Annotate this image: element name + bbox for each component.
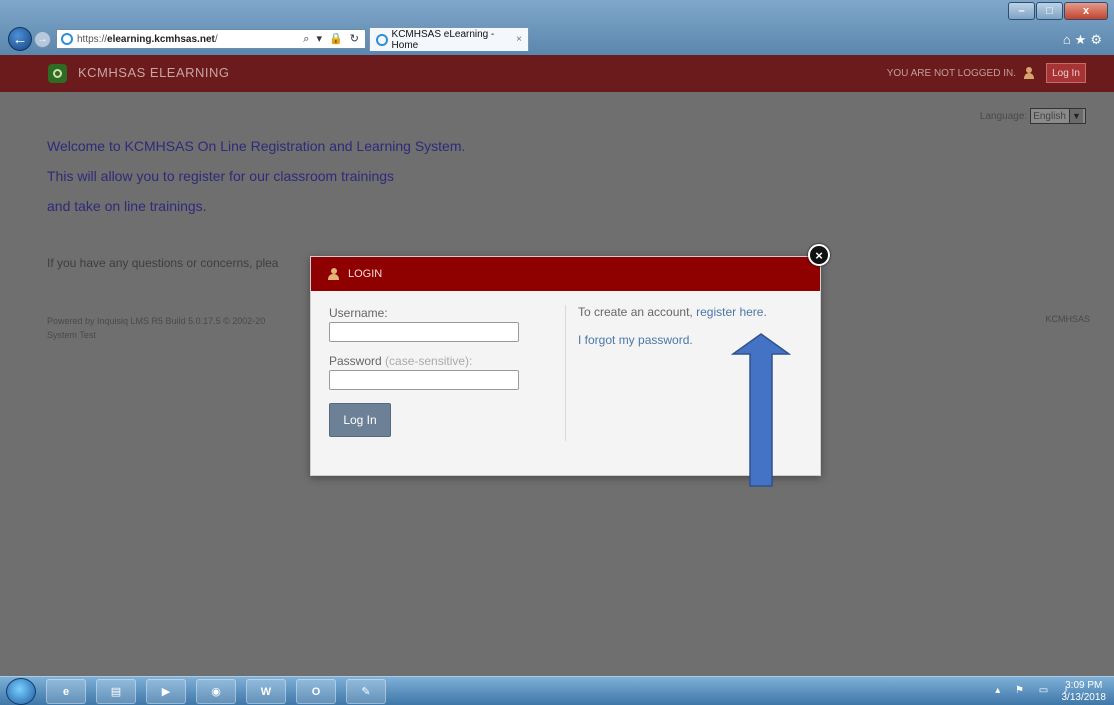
language-select[interactable]: English ▼ bbox=[1030, 108, 1086, 124]
questions-text: If you have any questions or concerns, p… bbox=[47, 256, 279, 270]
taskbar-clock[interactable]: 3:09 PM 3/13/2018 bbox=[1062, 680, 1107, 704]
login-button[interactable]: Log In bbox=[329, 403, 391, 437]
create-account-prefix: To create an account, bbox=[578, 305, 693, 319]
title-bar: – □ x bbox=[0, 0, 1114, 22]
url-prefix: https:// bbox=[77, 33, 108, 45]
password-hint: (case-sensitive): bbox=[385, 354, 473, 368]
password-input[interactable] bbox=[329, 370, 519, 390]
close-window-button[interactable]: x bbox=[1064, 2, 1108, 20]
address-tools-icons[interactable]: ⌕ ▾ 🔒 ↻ bbox=[303, 32, 361, 46]
modal-divider bbox=[565, 305, 566, 441]
login-user-icon bbox=[328, 268, 339, 280]
forward-button[interactable]: → bbox=[34, 31, 51, 48]
clock-time: 3:09 PM bbox=[1065, 680, 1103, 691]
tab-kcmhsas-home[interactable]: KCMHSAS eLearning - Home × bbox=[369, 27, 529, 51]
back-button[interactable]: ← bbox=[8, 27, 32, 51]
nav-row: ← → https:// elearning.kcmhsas.net / ⌕ ▾… bbox=[0, 26, 1114, 52]
modal-header: LOGIN bbox=[311, 257, 820, 291]
powered-by-text: Powered by Inquisiq LMS R5 Build 5.0.17.… bbox=[47, 314, 265, 342]
app-header: KCMHSAS ELEARNING YOU ARE NOT LOGGED IN.… bbox=[0, 55, 1114, 92]
arrow-shape bbox=[731, 333, 791, 487]
login-status-text: YOU ARE NOT LOGGED IN. bbox=[886, 68, 1016, 79]
register-link[interactable]: register here. bbox=[696, 305, 767, 319]
powered-line-1: Powered by Inquisiq LMS R5 Build 5.0.17.… bbox=[47, 316, 266, 326]
forgot-password-link[interactable]: I forgot my password. bbox=[578, 333, 693, 347]
chrome-icon[interactable]: ◉ bbox=[196, 679, 236, 704]
username-input[interactable] bbox=[329, 322, 519, 342]
password-label: Password bbox=[329, 354, 382, 368]
outlook-icon[interactable]: O bbox=[296, 679, 336, 704]
url-host: elearning.kcmhsas.net bbox=[107, 33, 215, 45]
username-label: Username: bbox=[329, 306, 388, 320]
url-suffix: / bbox=[214, 33, 218, 45]
ie-icon[interactable]: e bbox=[46, 679, 86, 704]
word-icon[interactable]: W bbox=[246, 679, 286, 704]
footer-org: KCMHSAS bbox=[1045, 314, 1090, 324]
dropdown-arrow-icon: ▼ bbox=[1069, 109, 1083, 123]
back-arrow-icon: ← bbox=[12, 30, 28, 48]
forward-arrow-icon: → bbox=[37, 34, 48, 45]
file-explorer-icon[interactable]: ▤ bbox=[96, 679, 136, 704]
window-controls: – □ x bbox=[1007, 2, 1108, 20]
media-icon[interactable]: ▶ bbox=[146, 679, 186, 704]
app-name: KCMHSAS ELEARNING bbox=[78, 65, 230, 80]
welcome-line-1: Welcome to KCMHSAS On Line Registration … bbox=[47, 138, 466, 154]
clock-date: 3/13/2018 bbox=[1061, 692, 1107, 703]
kcmhsas-logo-icon bbox=[48, 64, 67, 83]
browser-chrome: – □ x ← → https:// elearning.kcmhsas.net… bbox=[0, 0, 1114, 55]
taskbar: e ▤ ▶ ◉ W O ✎ ▴ ⚑ ▭ ♪ 3:09 PM 3/13/2018 bbox=[0, 676, 1114, 705]
powered-line-2: System Test bbox=[47, 330, 96, 340]
welcome-line-2: This will allow you to register for our … bbox=[47, 168, 395, 184]
paint-icon[interactable]: ✎ bbox=[346, 679, 386, 704]
welcome-line-3: and take on line trainings. bbox=[47, 198, 207, 214]
ie-page-icon bbox=[61, 33, 73, 45]
language-value: English bbox=[1033, 110, 1066, 122]
tab-title: KCMHSAS eLearning - Home bbox=[391, 28, 495, 51]
annotation-arrow bbox=[731, 333, 791, 487]
tab-ie-icon bbox=[376, 33, 388, 46]
password-label-wrap: Password (case-sensitive): bbox=[329, 354, 472, 368]
modal-title: LOGIN bbox=[348, 268, 383, 280]
language-selector[interactable]: Language: English ▼ bbox=[980, 108, 1086, 124]
address-bar[interactable]: https:// elearning.kcmhsas.net / ⌕ ▾ 🔒 ↻ bbox=[56, 29, 366, 49]
start-button[interactable] bbox=[6, 678, 36, 705]
language-label: Language: bbox=[979, 110, 1028, 122]
browser-right-icons[interactable]: ⌂★⚙ bbox=[1063, 32, 1106, 48]
user-icon bbox=[1024, 67, 1034, 79]
tab-close-icon[interactable]: × bbox=[516, 34, 522, 45]
header-login-button[interactable]: Log In bbox=[1046, 63, 1086, 83]
minimize-button[interactable]: – bbox=[1008, 2, 1035, 20]
modal-close-button[interactable]: × bbox=[808, 244, 830, 266]
create-account-text: To create an account, register here. bbox=[578, 305, 767, 319]
maximize-button[interactable]: □ bbox=[1036, 2, 1063, 20]
